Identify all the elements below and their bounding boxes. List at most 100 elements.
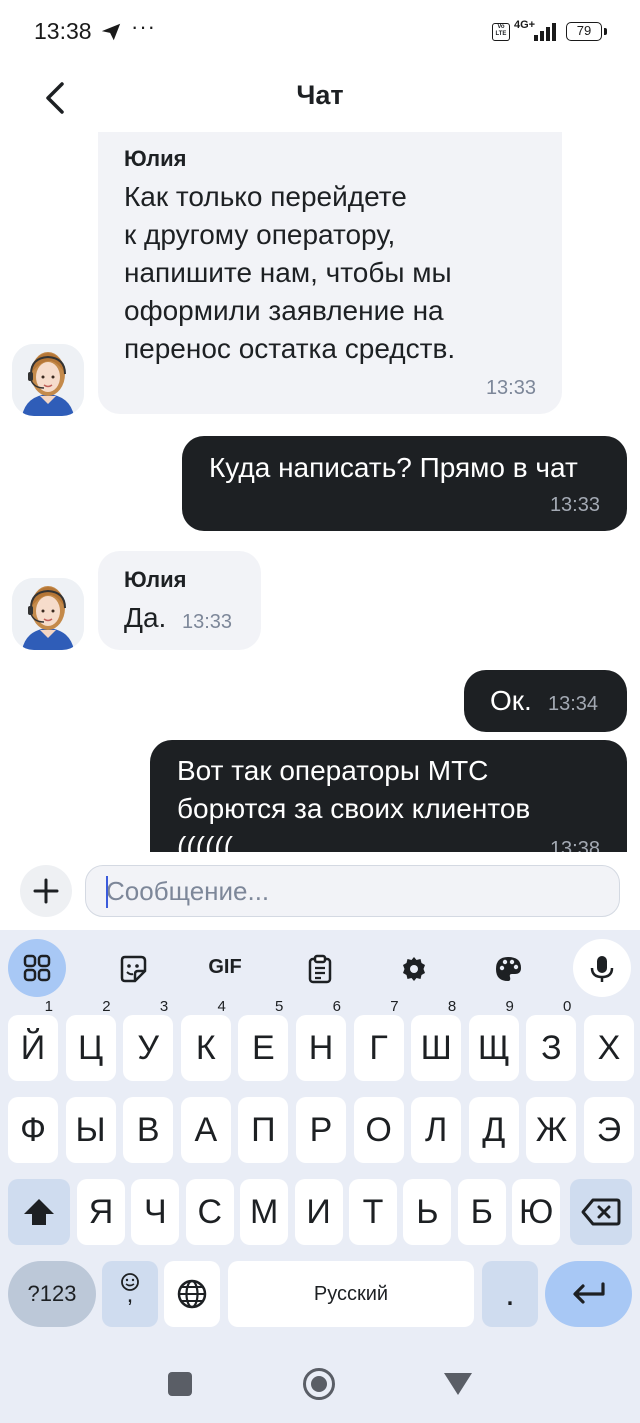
key[interactable]: С bbox=[185, 1179, 234, 1245]
key[interactable]: Ф bbox=[8, 1097, 58, 1163]
key[interactable]: Е5 bbox=[238, 998, 289, 1081]
key-label: Ж bbox=[535, 1111, 568, 1149]
message-text: Ок. bbox=[490, 685, 532, 716]
gif-button[interactable]: GIF bbox=[196, 939, 254, 997]
key-label: Ч bbox=[144, 1193, 167, 1231]
key[interactable]: Б bbox=[457, 1179, 506, 1245]
key-label: Щ bbox=[477, 1029, 510, 1067]
key-label: К bbox=[195, 1029, 216, 1067]
theme-button[interactable] bbox=[478, 939, 536, 997]
key-label: Э bbox=[596, 1111, 622, 1149]
key-label: А bbox=[194, 1111, 218, 1149]
settings-button[interactable] bbox=[384, 939, 442, 997]
key[interactable]: Р bbox=[296, 1097, 346, 1163]
backspace-key[interactable] bbox=[570, 1179, 632, 1245]
message-incoming[interactable]: Юлия Как только перейдете к другому опер… bbox=[98, 132, 562, 414]
apps-button[interactable] bbox=[8, 939, 66, 997]
key[interactable]: У3 bbox=[123, 998, 174, 1081]
recent-apps-icon[interactable] bbox=[168, 1372, 192, 1396]
key-label: В bbox=[136, 1111, 160, 1149]
key-label: М bbox=[250, 1193, 279, 1231]
key-label: Б bbox=[470, 1193, 493, 1231]
backspace-icon bbox=[581, 1198, 621, 1226]
clipboard-button[interactable] bbox=[290, 939, 348, 997]
key[interactable]: Я bbox=[77, 1179, 125, 1245]
period-key[interactable]: . bbox=[482, 1261, 538, 1327]
language-key[interactable] bbox=[164, 1261, 220, 1327]
message-text: Куда написать? Прямо в чат bbox=[209, 452, 578, 483]
key[interactable]: Ы bbox=[65, 1097, 116, 1163]
message-outgoing[interactable]: Ок. 13:34 bbox=[464, 670, 627, 732]
key[interactable]: Л bbox=[411, 1097, 462, 1163]
key[interactable]: Ц2 bbox=[65, 998, 116, 1081]
key[interactable]: Ь bbox=[403, 1179, 452, 1245]
key[interactable]: К4 bbox=[180, 998, 231, 1081]
key[interactable]: Ч bbox=[131, 1179, 180, 1245]
message-list[interactable]: Юлия Как только перейдете к другому опер… bbox=[0, 132, 640, 852]
key[interactable]: Д bbox=[468, 1097, 519, 1163]
key-label: Ы bbox=[75, 1111, 106, 1149]
more-notifications-icon: ··· bbox=[131, 14, 156, 39]
key[interactable]: Ю bbox=[512, 1179, 561, 1245]
key[interactable]: Ж bbox=[526, 1097, 577, 1163]
battery-level: 79 bbox=[576, 23, 592, 38]
space-key[interactable]: Русский bbox=[228, 1261, 474, 1327]
operator-avatar-icon bbox=[12, 344, 84, 416]
message-input[interactable] bbox=[85, 865, 620, 917]
key[interactable]: З0 bbox=[526, 998, 577, 1081]
message-incoming[interactable]: Юлия Да. 13:33 bbox=[98, 551, 261, 650]
key[interactable]: Х bbox=[584, 1015, 634, 1081]
back-triangle-icon[interactable] bbox=[444, 1373, 472, 1395]
numbers-key[interactable]: ?123 bbox=[8, 1261, 96, 1327]
key[interactable]: П bbox=[238, 1097, 289, 1163]
key[interactable]: А bbox=[180, 1097, 231, 1163]
key-label: З bbox=[541, 1029, 562, 1067]
key-hint: 3 bbox=[159, 998, 169, 1015]
message-text: Как только перейдете к другому оператору… bbox=[124, 181, 456, 364]
key-label: О bbox=[365, 1111, 392, 1149]
key[interactable]: Т bbox=[349, 1179, 397, 1245]
message-text: Да. bbox=[124, 602, 167, 633]
key[interactable]: Э bbox=[584, 1097, 634, 1163]
message-time: 13:33 bbox=[182, 611, 233, 633]
key-hint: 2 bbox=[102, 998, 111, 1015]
message-time: 13:33 bbox=[549, 494, 600, 516]
message-text: Вот так операторы МТС борются за своих к… bbox=[177, 755, 531, 852]
key-label: П bbox=[251, 1111, 276, 1149]
home-icon[interactable] bbox=[303, 1368, 335, 1400]
key[interactable]: М bbox=[240, 1179, 289, 1245]
emoji-comma-key[interactable]: , bbox=[102, 1261, 158, 1327]
key-hint: 8 bbox=[447, 998, 457, 1015]
key-label: Ь bbox=[416, 1193, 439, 1231]
page-title: Чат bbox=[296, 80, 344, 110]
palette-icon bbox=[496, 957, 521, 981]
key[interactable]: О bbox=[353, 1097, 404, 1163]
key[interactable]: Г7 bbox=[353, 998, 404, 1081]
status-time: 13:38 bbox=[34, 18, 92, 44]
key[interactable]: Щ9 bbox=[468, 998, 519, 1081]
key[interactable]: Й1 bbox=[8, 998, 58, 1081]
shift-key[interactable] bbox=[8, 1179, 70, 1245]
attach-button[interactable] bbox=[20, 865, 72, 917]
key-label: Д bbox=[482, 1111, 506, 1149]
key-hint: 1 bbox=[44, 998, 53, 1015]
key-hint: 9 bbox=[505, 998, 514, 1015]
sticker-button[interactable] bbox=[103, 939, 161, 997]
chat-header: Чат bbox=[0, 64, 640, 132]
key[interactable]: Ш8 bbox=[411, 998, 462, 1081]
comma-label: , bbox=[126, 1281, 134, 1308]
key-label: Ц bbox=[78, 1029, 104, 1067]
message-outgoing[interactable]: Вот так операторы МТС борются за своих к… bbox=[150, 740, 627, 852]
key[interactable]: В bbox=[123, 1097, 174, 1163]
keyboard-toolbar: GIF bbox=[0, 930, 640, 1008]
key-label: Л bbox=[425, 1111, 448, 1149]
message-outgoing[interactable]: Куда написать? Прямо в чат 13:33 bbox=[182, 436, 627, 531]
voice-input-button[interactable] bbox=[573, 939, 631, 997]
key-label: Е bbox=[252, 1029, 275, 1067]
key[interactable]: Н6 bbox=[296, 998, 346, 1081]
enter-key[interactable] bbox=[545, 1261, 632, 1327]
message-sender: Юлия bbox=[124, 567, 187, 592]
key[interactable]: И bbox=[294, 1179, 343, 1245]
enter-icon bbox=[573, 1282, 605, 1304]
plus-icon bbox=[33, 878, 59, 904]
